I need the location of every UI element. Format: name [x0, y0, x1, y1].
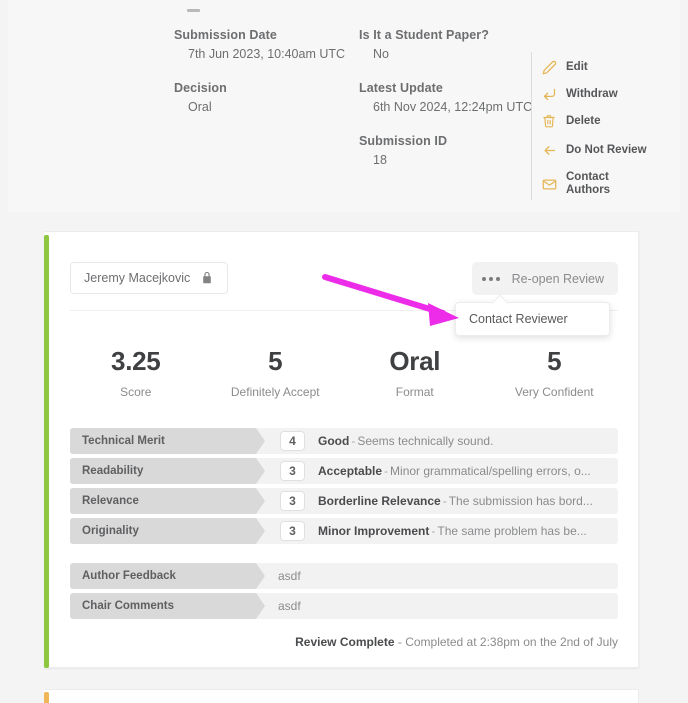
feedback-label: Chair Comments — [70, 593, 265, 619]
ellipsis-icon — [481, 276, 500, 281]
submission-actions: Edit Withdraw Delete Do Not Review Conta… — [531, 52, 661, 200]
criterion-label-text: Relevance — [82, 495, 139, 507]
criterion-separator: - — [384, 464, 389, 478]
criterion-score: 3 — [280, 461, 305, 481]
action-edit-label: Edit — [566, 60, 588, 73]
stat-score: 3.25 Score — [66, 345, 206, 399]
meta-value-student-paper: No — [373, 47, 389, 61]
table-row: Relevance 3 Borderline Relevance - The sub… — [70, 488, 618, 514]
review-stats: 3.25 Score 5 Definitely Accept Oral Form… — [66, 345, 624, 399]
criterion-rating: Borderline Relevance — [318, 494, 441, 508]
stat-format: Oral Format — [345, 345, 485, 399]
action-withdraw[interactable]: Withdraw — [541, 81, 661, 107]
criterion-label: Technical Merit — [70, 428, 265, 454]
stat-format-label: Format — [395, 385, 434, 399]
criterion-comment-text: The same problem has be... — [437, 524, 587, 538]
stat-confidence: 5 Very Confident — [485, 345, 625, 399]
meta-column-left: Submission Date 7th Jun 2023, 10:40am UT… — [174, 28, 354, 114]
criterion-comment: Acceptable - Minor grammatical/spelling er… — [318, 464, 618, 478]
stat-recommendation-value: 5 — [268, 346, 283, 376]
review-status-text: Review Complete — [295, 635, 395, 649]
collapse-handle — [187, 9, 200, 12]
criterion-comment-text: Minor grammatical/spelling errors, o... — [390, 464, 591, 478]
stat-recommendation: 5 Definitely Accept — [206, 345, 346, 399]
meta-column-right: Is It a Student Paper? No Latest Update … — [359, 28, 533, 167]
review-criteria-list: Technical Merit 4 Good - Seems technically… — [70, 428, 618, 623]
left-arrow-icon — [541, 142, 557, 158]
action-do-not-review-label: Do Not Review — [566, 143, 647, 156]
table-row: Readability 3 Acceptable - Minor grammatic… — [70, 458, 618, 484]
table-row: Author Feedback asdf — [70, 563, 618, 589]
review-status-detail: - Completed at 2:38pm on the 2nd of July — [397, 635, 618, 649]
feedback-label-text: Author Feedback — [82, 570, 176, 582]
meta-label-latest-update: Latest Update — [359, 81, 443, 95]
action-delete-label: Delete — [566, 114, 601, 127]
criterion-rating: Minor Improvement — [318, 524, 430, 538]
action-withdraw-label: Withdraw — [566, 87, 618, 100]
criterion-label-text: Technical Merit — [82, 435, 165, 447]
feedback-label-text: Chair Comments — [82, 600, 175, 612]
criterion-label-text: Originality — [82, 525, 139, 537]
dropdown-item-contact-reviewer[interactable]: Contact Reviewer — [469, 312, 568, 326]
meta-label-student-paper: Is It a Student Paper? — [359, 28, 490, 42]
criterion-comment: Minor Improvement - The same problem has b… — [318, 524, 618, 538]
meta-label-submission-id: Submission ID — [359, 134, 448, 148]
next-review-accent-bar — [44, 692, 49, 703]
criterion-comment: Good - Seems technically sound. — [318, 434, 618, 448]
stat-score-label: Score — [120, 385, 152, 399]
meta-value-submission-date: 7th Jun 2023, 10:40am UTC — [188, 47, 346, 61]
table-row: Chair Comments asdf — [70, 593, 618, 619]
criterion-separator: - — [442, 494, 447, 508]
criterion-score: 3 — [280, 521, 305, 541]
envelope-icon — [541, 176, 557, 192]
action-delete[interactable]: Delete — [541, 108, 661, 134]
criterion-label: Originality — [70, 518, 265, 544]
criterion-comment-text: Seems technically sound. — [357, 434, 494, 448]
meta-label-submission-date: Submission Date — [174, 28, 277, 42]
feedback-value: asdf — [278, 569, 301, 583]
trash-icon — [541, 113, 557, 129]
review-status-footer: Review Complete - Completed at 2:38pm on… — [295, 635, 618, 649]
criterion-label: Readability — [70, 458, 265, 484]
stat-recommendation-label: Definitely Accept — [230, 385, 320, 399]
action-contact-authors[interactable]: Contact Authors — [541, 168, 661, 200]
pencil-icon — [541, 59, 557, 75]
criterion-rating: Acceptable — [318, 464, 383, 478]
criterion-label: Relevance — [70, 488, 265, 514]
review-accent-bar — [44, 235, 49, 668]
stat-confidence-value: 5 — [547, 346, 562, 376]
criterion-label-text: Readability — [82, 465, 144, 477]
table-row: Originality 3 Minor Improvement - The same… — [70, 518, 618, 544]
criterion-score: 3 — [280, 491, 305, 511]
stat-confidence-label: Very Confident — [514, 385, 594, 399]
stat-score-value: 3.25 — [111, 346, 161, 376]
more-options-button[interactable] — [472, 262, 509, 295]
criterion-rating: Good — [318, 434, 350, 448]
feedback-label: Author Feedback — [70, 563, 265, 589]
stat-format-value: Oral — [389, 346, 441, 376]
meta-label-decision: Decision — [174, 81, 227, 95]
review-card: Jeremy Macejkovic Re-open Review Contact… — [44, 231, 639, 668]
meta-value-latest-update: 6th Nov 2024, 12:24pm UTC — [373, 100, 533, 114]
reviewer-pill[interactable]: Jeremy Macejkovic — [70, 262, 229, 294]
action-edit[interactable]: Edit — [541, 54, 661, 80]
reviewer-name: Jeremy Macejkovic — [84, 271, 191, 285]
feedback-value: asdf — [278, 599, 301, 613]
criterion-comment: Borderline Relevance - The submission has … — [318, 494, 618, 508]
undo-arrow-icon — [541, 86, 557, 102]
criterion-comment-text: The submission has bord... — [448, 494, 593, 508]
criterion-score: 4 — [280, 431, 305, 451]
reopen-review-button[interactable]: Re-open Review — [497, 262, 618, 295]
action-contact-authors-label: Contact Authors — [566, 171, 611, 196]
meta-value-decision: Oral — [188, 100, 212, 114]
table-row: Technical Merit 4 Good - Seems technically… — [70, 428, 618, 454]
action-do-not-review[interactable]: Do Not Review — [541, 137, 661, 163]
meta-value-submission-id: 18 — [373, 153, 387, 167]
lock-icon — [200, 271, 214, 285]
more-options-dropdown: Contact Reviewer — [455, 302, 610, 336]
